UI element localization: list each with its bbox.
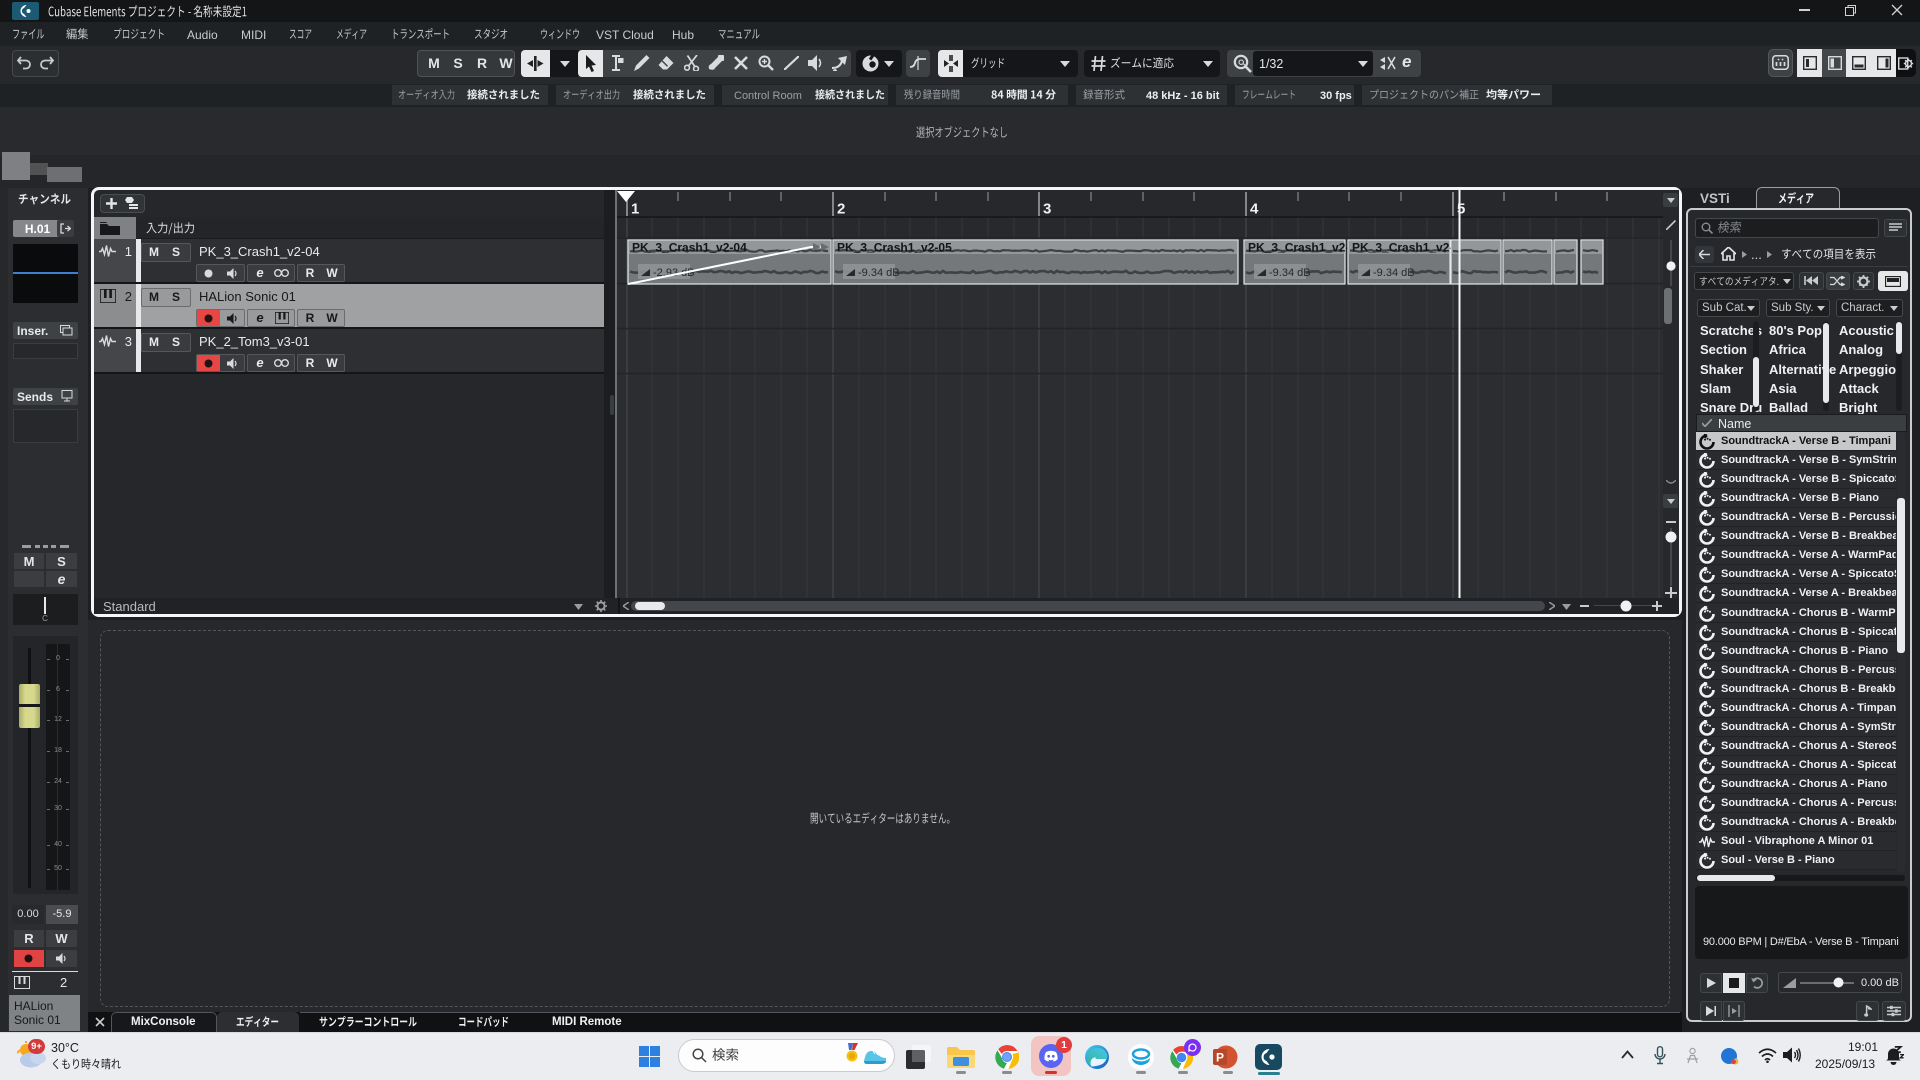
svg-text:PK_3_Crash1_v2-05: PK_3_Crash1_v2-05 bbox=[837, 241, 952, 255]
svg-text:-9.34 dB: -9.34 dB bbox=[858, 267, 900, 279]
svg-text:P: P bbox=[1216, 1051, 1224, 1065]
svg-text:1: 1 bbox=[631, 201, 639, 218]
svg-text:PK_3_Crash1_v2-0: PK_3_Crash1_v2-0 bbox=[1248, 241, 1356, 255]
svg-text:5: 5 bbox=[1457, 201, 1465, 218]
svg-text:2: 2 bbox=[837, 201, 845, 218]
svg-text:3: 3 bbox=[1043, 201, 1051, 218]
svg-text:PK_3_Crash1_v2-0: PK_3_Crash1_v2-0 bbox=[1352, 241, 1460, 255]
svg-text:PK_3_Crash1_v2-04: PK_3_Crash1_v2-04 bbox=[632, 241, 747, 255]
svg-text:-9.34 dB: -9.34 dB bbox=[1373, 267, 1415, 279]
svg-text:-9.34 dB: -9.34 dB bbox=[1269, 267, 1311, 279]
svg-text:4: 4 bbox=[1250, 201, 1259, 218]
